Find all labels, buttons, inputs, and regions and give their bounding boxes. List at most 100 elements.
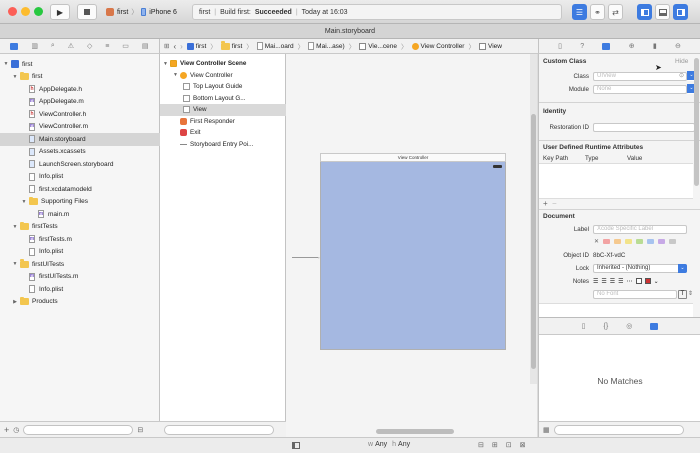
project-navigator-icon[interactable] [10,42,19,50]
align-justify-icon[interactable]: ☰ [618,278,623,285]
standard-editor-button[interactable]: ☰ [572,4,587,20]
type-column-header[interactable]: Type [585,155,598,162]
view-controller-view[interactable] [320,154,506,350]
back-button[interactable]: ‹ [173,42,176,51]
color-label-swatch[interactable] [625,239,632,244]
add-icon[interactable]: + [4,425,9,435]
navigator-item[interactable]: m ViewController.m [0,121,160,134]
outline-item[interactable]: Exit [160,127,286,139]
navigator-item[interactable]: Info.plist [0,283,160,296]
vertical-scrollbar-thumb[interactable] [531,114,536,369]
debug-navigator-icon[interactable]: ≡ [105,43,109,50]
key-path-column-header[interactable]: Key Path [543,155,568,162]
editor-tab[interactable]: Main.storyboard [0,24,700,39]
size-inspector-icon[interactable]: ▮ [653,42,657,50]
jump-item-view[interactable]: View [478,42,502,50]
outline-item[interactable]: Bottom Layout G... [160,93,286,105]
media-library-icon[interactable] [650,322,659,330]
navigator-item[interactable]: ▼ Supporting Files [0,196,160,209]
background-color-icon[interactable] [644,278,651,284]
file-template-library-icon[interactable]: ▯ [582,322,586,330]
font-stepper-icon[interactable]: ⇕ [688,290,693,297]
color-label-swatch[interactable] [614,239,621,244]
clear-color-label-icon[interactable]: ✕ [594,238,599,245]
storyboard-canvas[interactable]: → View Controller [286,54,537,437]
color-label-swatch[interactable] [658,239,665,244]
outline-item[interactable]: Storyboard Entry Poi... [160,139,286,151]
navigator-item[interactable]: h ViewController.h [0,108,160,121]
file-inspector-icon[interactable]: ▯ [558,42,562,50]
outline-toggle-icon[interactable] [292,442,300,449]
navigator-item[interactable]: ▼ first [0,71,160,84]
quick-help-icon[interactable]: ? [580,43,584,50]
navigator-item[interactable]: m firstUITests.m [0,271,160,284]
navigator-item[interactable]: Info.plist [0,171,160,184]
resolve-icon[interactable]: ⊠ [520,441,526,449]
outline-item[interactable]: ▼ View Controller Scene [160,58,286,70]
color-label-swatch[interactable] [647,239,654,244]
navigator-item[interactable]: ▼ firstTests [0,221,160,234]
hide-button[interactable]: Hide [675,58,688,65]
module-field[interactable]: None [593,85,687,94]
run-button[interactable]: ▶ [50,4,70,20]
navigator-item[interactable]: Assets.xcassets [0,146,160,159]
version-editor-button[interactable]: ⇄ [608,4,623,20]
outline-item[interactable]: View [160,104,286,116]
notes-text-area[interactable] [539,303,693,317]
navigator-item[interactable]: ▼ firstUITests [0,258,160,271]
navigator-filter-field[interactable] [23,424,134,435]
library-filter-field[interactable] [553,424,684,435]
related-items-icon[interactable]: ⊞ [164,42,169,50]
disclosure-triangle-icon[interactable]: ▼ [173,72,180,78]
jump-item-base[interactable]: Mai...ase) [308,42,345,50]
report-navigator-icon[interactable]: ▤ [142,42,149,50]
toggle-utilities-button[interactable] [673,4,688,20]
stack-icon[interactable]: ⊟ [478,441,484,449]
disclosure-triangle-icon[interactable]: ▼ [12,261,18,267]
disclosure-triangle-icon[interactable]: ▼ [163,61,170,67]
color-label-swatch[interactable] [636,239,643,244]
code-snippet-library-icon[interactable]: {} [604,323,609,330]
value-column-header[interactable]: Value [627,155,642,162]
navigator-item[interactable]: m main.m [0,208,160,221]
align-right-icon[interactable]: ☰ [610,278,615,285]
assistant-editor-button[interactable]: ⚭ [590,4,605,20]
navigator-item[interactable]: first.xcdatamodeld [0,183,160,196]
color-label-swatch[interactable] [603,239,610,244]
size-class-control[interactable]: w Any h Any [368,441,410,448]
navigator-item[interactable]: ▶ Products [0,296,160,309]
color-label-swatch[interactable] [669,239,676,244]
filter-options-icon[interactable]: ⊟ [137,426,143,434]
symbol-navigator-icon[interactable]: ▥ [31,42,38,50]
horizontal-scrollbar-thumb[interactable] [376,429,454,434]
close-window-button[interactable] [8,7,17,16]
zoom-window-button[interactable] [34,7,43,16]
lock-popup-button[interactable]: Inherited - (Nothing) ⌄ [593,264,687,273]
forward-button[interactable]: › [180,42,183,51]
disclosure-triangle-icon[interactable]: ▶ [12,299,18,305]
outline-filter-field[interactable] [164,424,274,435]
font-picker-icon[interactable]: T [678,290,687,299]
class-field[interactable]: UIView [593,72,687,81]
test-navigator-icon[interactable]: ◇ [87,42,92,50]
jump-item-project[interactable]: first [186,42,206,50]
minimize-window-button[interactable] [21,7,30,16]
navigator-item[interactable]: m AppDelegate.m [0,96,160,109]
toggle-debug-area-button[interactable] [655,4,670,20]
more-options-icon[interactable]: ⌄ [654,278,659,285]
find-navigator-icon[interactable]: ⌕ [51,42,55,50]
text-color-icon[interactable] [635,278,642,284]
notes-font-field[interactable]: No Font [593,290,677,299]
outline-item[interactable]: ▼ View Controller [160,70,286,82]
runtime-attributes-table[interactable] [539,163,693,199]
outline-item[interactable]: Top Layout Guide [160,81,286,93]
restoration-id-field[interactable] [593,123,695,132]
jump-item-view-controller[interactable]: View Controller [411,42,464,50]
navigator-item[interactable]: Info.plist [0,246,160,259]
disclosure-triangle-icon[interactable]: ▼ [12,74,18,80]
scheme-selector[interactable]: first 〉 iPhone 6 [106,4,186,20]
navigator-item[interactable]: ▼ first [0,58,160,71]
scene-dock-title[interactable]: View Controller [320,153,506,162]
jump-item-scene[interactable]: Vie...cene [359,42,397,50]
breakpoint-navigator-icon[interactable]: ▭ [122,42,129,50]
